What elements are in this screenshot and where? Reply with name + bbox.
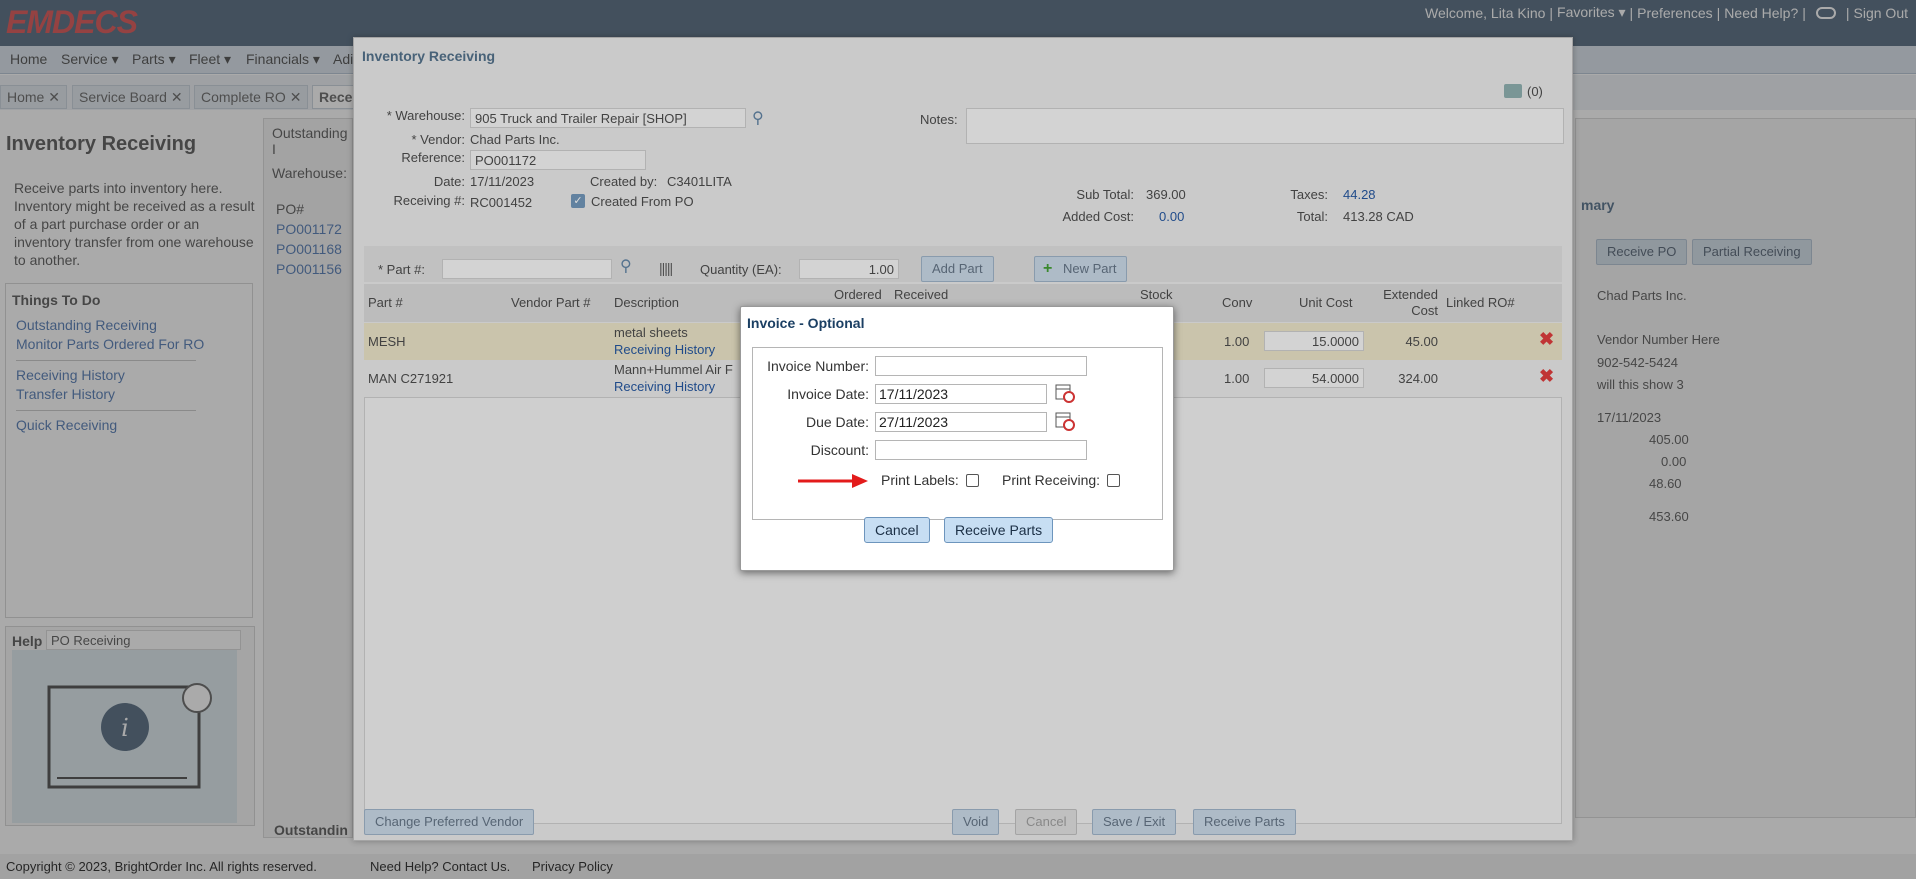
print-labels-label: Print Labels: bbox=[881, 472, 959, 488]
print-receiving-checkbox[interactable] bbox=[1107, 474, 1120, 487]
invoice-form: Invoice Number: Invoice Date: 17/11/2023… bbox=[752, 347, 1163, 520]
discount-field[interactable] bbox=[875, 440, 1087, 460]
discount-label: Discount: bbox=[810, 442, 869, 458]
calendar-icon[interactable] bbox=[1055, 383, 1075, 403]
invoice-date-label: Invoice Date: bbox=[787, 386, 869, 402]
invoice-receive-parts-button[interactable]: Receive Parts bbox=[944, 517, 1054, 543]
invoice-dialog-title: Invoice - Optional bbox=[747, 315, 865, 331]
calendar-icon[interactable] bbox=[1055, 411, 1075, 431]
arrow-annotation bbox=[798, 474, 868, 488]
invoice-number-label: Invoice Number: bbox=[767, 358, 869, 374]
invoice-cancel-button[interactable]: Cancel bbox=[864, 517, 930, 543]
invoice-number-field[interactable] bbox=[875, 356, 1087, 376]
invoice-date-field[interactable]: 17/11/2023 bbox=[875, 384, 1047, 404]
print-receiving-label: Print Receiving: bbox=[1002, 472, 1101, 488]
due-date-label: Due Date: bbox=[805, 414, 869, 430]
invoice-dialog: Invoice - Optional Invoice Number: Invoi… bbox=[740, 306, 1174, 571]
print-labels-checkbox[interactable] bbox=[966, 474, 979, 487]
due-date-field[interactable]: 27/11/2023 bbox=[875, 412, 1047, 432]
